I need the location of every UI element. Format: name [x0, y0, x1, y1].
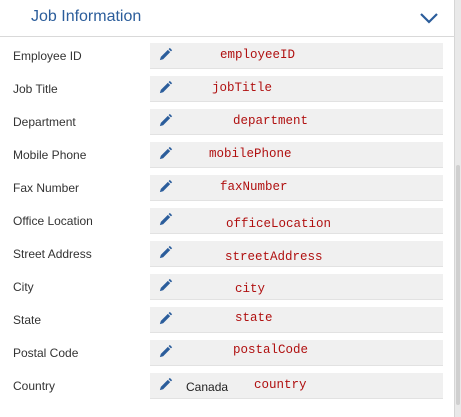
field-row-fax-number: Fax Number faxNumber	[0, 174, 455, 202]
job-title-field[interactable]: jobTitle	[150, 76, 443, 102]
field-row-country: Country Canada country	[0, 372, 455, 400]
field-label: Street Address	[13, 247, 92, 261]
fax-number-field[interactable]: faxNumber	[150, 175, 443, 201]
pencil-icon[interactable]	[158, 179, 173, 194]
field-binding-name: employeeID	[220, 48, 296, 62]
field-label: Department	[13, 115, 76, 129]
field-binding-name: postalCode	[233, 343, 309, 357]
field-label: Office Location	[13, 214, 93, 228]
field-row-street-address: Street Address streetAddress	[0, 240, 455, 268]
field-binding-name: state	[235, 311, 273, 325]
postal-code-field[interactable]: postalCode	[150, 340, 443, 366]
office-location-field[interactable]: officeLocation	[150, 208, 443, 234]
field-label: City	[13, 280, 34, 294]
field-row-postal-code: Postal Code postalCode	[0, 339, 455, 367]
scrollbar-thumb[interactable]	[456, 165, 460, 405]
field-binding-name: city	[235, 282, 266, 296]
pencil-icon[interactable]	[158, 212, 173, 227]
field-row-office-location: Office Location officeLocation	[0, 207, 455, 235]
field-binding-name: streetAddress	[225, 250, 323, 264]
field-label: Country	[13, 379, 56, 393]
field-label: Mobile Phone	[13, 148, 87, 162]
field-binding-name: officeLocation	[226, 217, 332, 231]
field-row-city: City city	[0, 273, 455, 301]
field-label: Job Title	[13, 82, 58, 96]
field-row-state: State state	[0, 306, 455, 334]
department-field[interactable]: department	[150, 109, 443, 135]
pencil-icon[interactable]	[158, 113, 173, 128]
pencil-icon[interactable]	[158, 47, 173, 62]
field-label: Employee ID	[13, 49, 82, 63]
section-title: Job Information	[31, 8, 142, 25]
field-binding-name: jobTitle	[212, 81, 273, 95]
section-header[interactable]: Job Information	[0, 0, 455, 37]
street-address-field[interactable]: streetAddress	[150, 241, 443, 267]
pencil-icon[interactable]	[158, 377, 173, 392]
state-field[interactable]: state	[150, 307, 443, 333]
city-field[interactable]: city	[150, 274, 443, 300]
pencil-icon[interactable]	[158, 80, 173, 95]
field-binding-name: department	[233, 114, 309, 128]
pencil-icon[interactable]	[158, 278, 173, 293]
field-row-department: Department department	[0, 108, 455, 136]
country-field[interactable]: Canada country	[150, 373, 443, 399]
pencil-icon[interactable]	[158, 311, 173, 326]
field-label: Fax Number	[13, 181, 80, 195]
mobile-phone-field[interactable]: mobilePhone	[150, 142, 443, 168]
job-information-panel: Job Information Employee ID employeeID J…	[0, 0, 455, 417]
field-binding-name: country	[254, 378, 307, 392]
pencil-icon[interactable]	[158, 146, 173, 161]
field-row-job-title: Job Title jobTitle	[0, 75, 455, 103]
field-binding-name: faxNumber	[220, 180, 288, 194]
pencil-icon[interactable]	[158, 344, 173, 359]
field-label: Postal Code	[13, 346, 79, 360]
field-binding-name: mobilePhone	[209, 147, 292, 161]
chevron-down-icon[interactable]	[419, 11, 439, 25]
field-label: State	[13, 313, 42, 327]
field-row-employee-id: Employee ID employeeID	[0, 42, 455, 70]
pencil-icon[interactable]	[158, 245, 173, 260]
field-row-mobile-phone: Mobile Phone mobilePhone	[0, 141, 455, 169]
employee-id-field[interactable]: employeeID	[150, 43, 443, 69]
field-value: Canada	[186, 380, 229, 394]
